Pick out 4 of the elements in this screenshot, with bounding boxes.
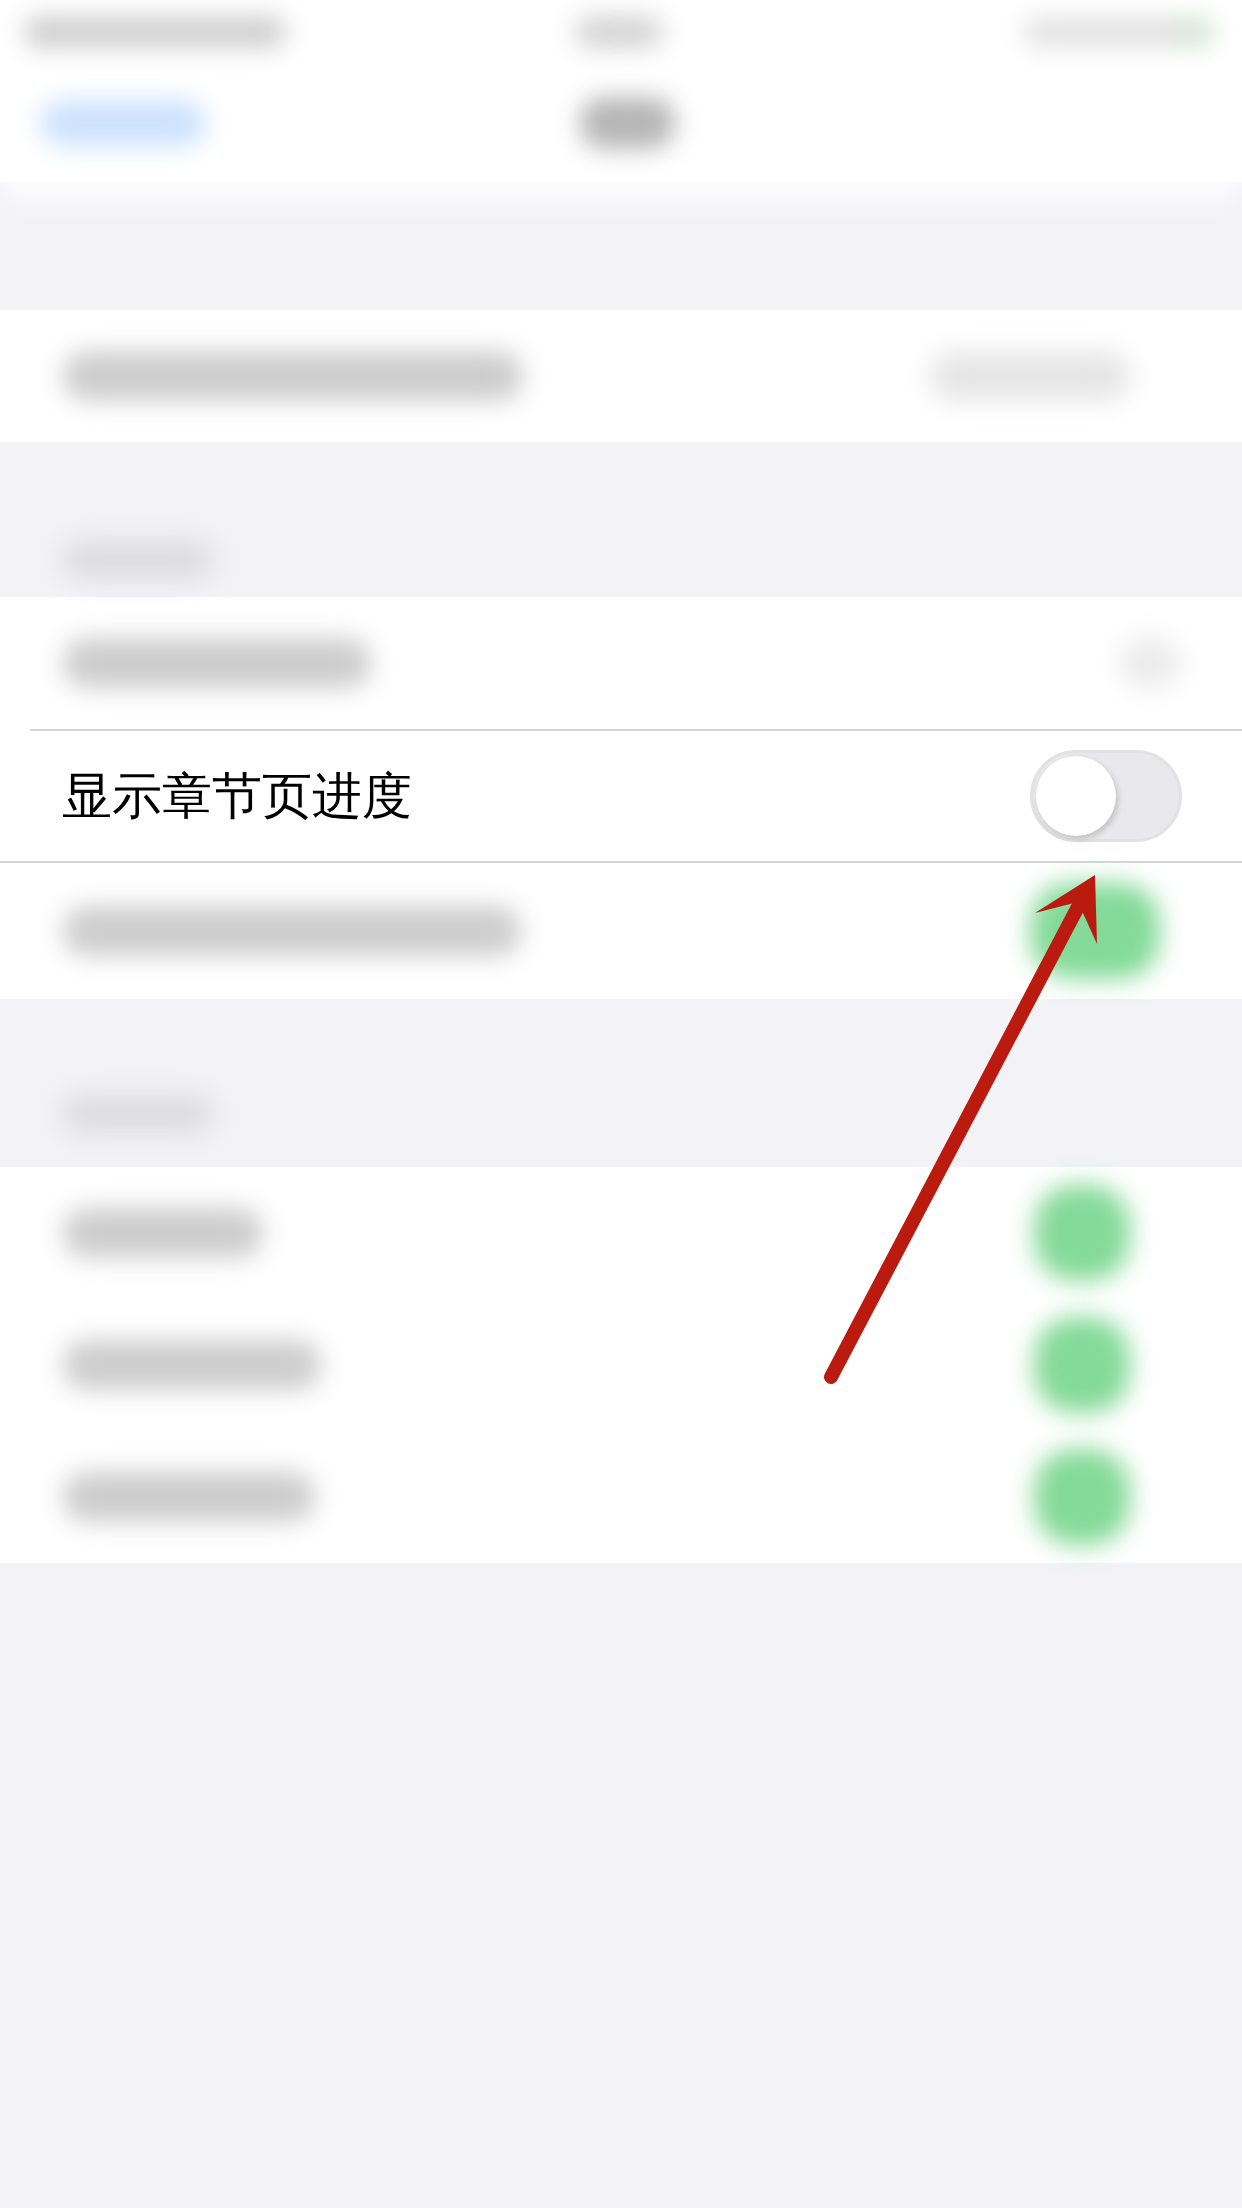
setting-label: 显示章节页进度 [62, 765, 412, 827]
blurred-toggle[interactable] [1034, 1449, 1130, 1545]
blurred-toggle[interactable] [1034, 1185, 1130, 1281]
blurred-toggle[interactable] [1034, 1317, 1130, 1413]
